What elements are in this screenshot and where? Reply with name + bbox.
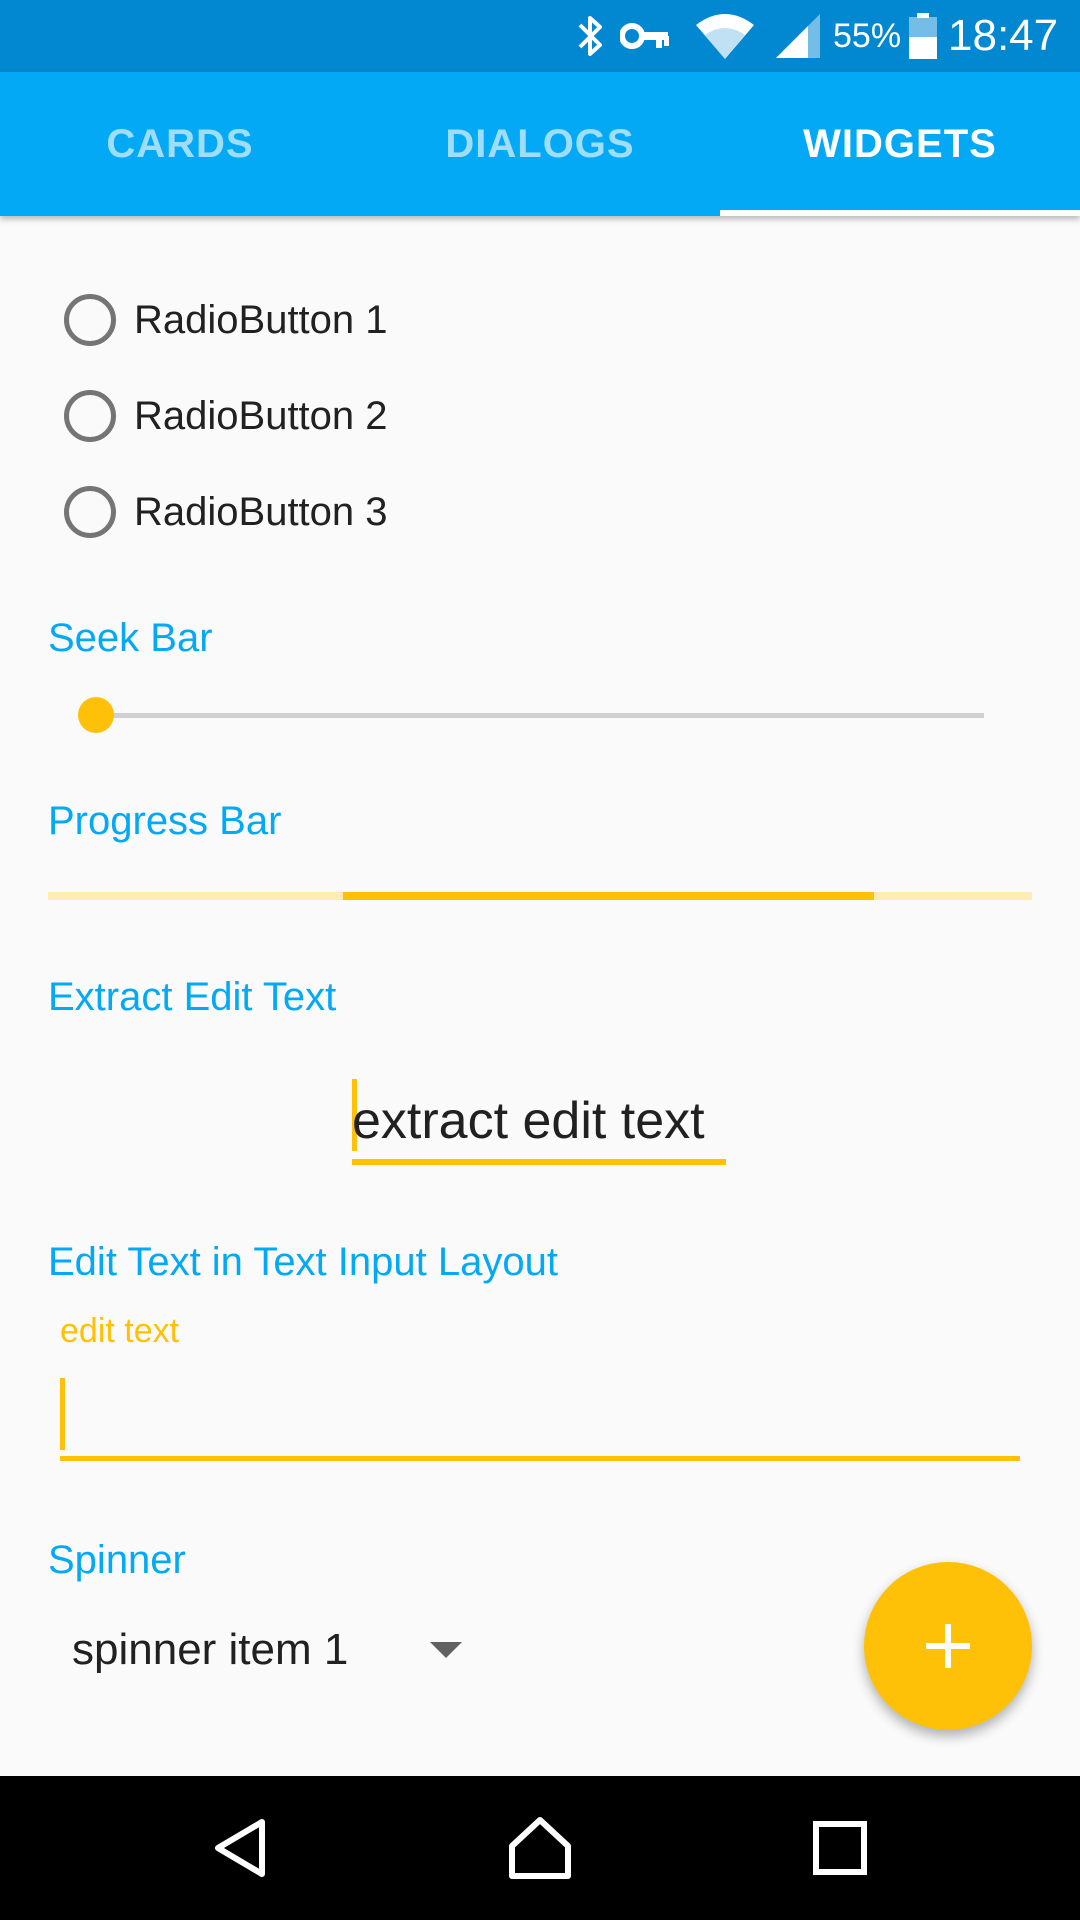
status-bar: 55% 18:47 xyxy=(0,0,1080,72)
radio-label: RadioButton 1 xyxy=(134,297,388,342)
seek-bar-track[interactable] xyxy=(96,713,984,718)
back-button[interactable] xyxy=(190,1798,290,1898)
recents-button[interactable] xyxy=(790,1798,890,1898)
recents-icon xyxy=(813,1821,867,1875)
battery-icon xyxy=(908,0,938,72)
vpn-key-icon xyxy=(620,0,670,72)
tab-indicator xyxy=(720,210,1080,216)
back-icon xyxy=(215,1819,265,1877)
extract-edit-text-value: extract edit text xyxy=(352,1092,705,1150)
spinner-selected-value: spinner item 1 xyxy=(72,1625,349,1674)
tab-widgets[interactable]: WIDGETS xyxy=(720,72,1080,216)
bluetooth-icon xyxy=(574,0,606,72)
progress-bar-fill xyxy=(343,892,874,900)
wifi-icon xyxy=(694,0,756,72)
dropdown-arrow-icon xyxy=(430,1642,463,1658)
add-fab-button[interactable] xyxy=(864,1562,1032,1730)
home-button[interactable] xyxy=(490,1798,590,1898)
seek-bar-label: Seek Bar xyxy=(48,616,213,660)
navigation-bar xyxy=(0,1776,1080,1920)
add-icon xyxy=(926,1624,970,1668)
extract-edit-text-field[interactable]: extract edit text xyxy=(352,1075,726,1165)
radio-button-1[interactable]: RadioButton 1 xyxy=(64,288,388,352)
progress-bar xyxy=(48,892,1032,900)
radio-button-2[interactable]: RadioButton 2 xyxy=(64,384,388,448)
cell-signal-icon xyxy=(774,0,822,72)
extract-edit-text-underline xyxy=(352,1159,726,1165)
progress-bar-label: Progress Bar xyxy=(48,799,282,843)
tab-bar: CARDS DIALOGS WIDGETS xyxy=(0,72,1080,216)
spinner-label: Spinner xyxy=(48,1538,186,1582)
seek-bar-thumb[interactable] xyxy=(78,697,114,733)
spinner-dropdown[interactable]: spinner item 1 xyxy=(72,1618,463,1682)
tab-cards[interactable]: CARDS xyxy=(0,72,360,216)
radio-circle[interactable] xyxy=(64,486,116,538)
extract-edit-text-label: Extract Edit Text xyxy=(48,975,337,1019)
text-input-layout-label: Edit Text in Text Input Layout xyxy=(48,1240,558,1284)
clock: 18:47 xyxy=(948,11,1059,60)
battery-percent: 55% xyxy=(833,17,902,55)
home-icon xyxy=(509,1817,571,1879)
tab-dialogs[interactable]: DIALOGS xyxy=(360,72,720,216)
text-input-layout-underline xyxy=(60,1456,1020,1461)
text-cursor xyxy=(60,1378,65,1450)
radio-button-3[interactable]: RadioButton 3 xyxy=(64,480,388,544)
radio-circle[interactable] xyxy=(64,294,116,346)
radio-circle[interactable] xyxy=(64,390,116,442)
text-input-layout-hint: edit text xyxy=(60,1312,180,1350)
radio-label: RadioButton 3 xyxy=(134,489,388,534)
text-input-layout-field[interactable] xyxy=(60,1376,1020,1456)
radio-label: RadioButton 2 xyxy=(134,393,388,438)
